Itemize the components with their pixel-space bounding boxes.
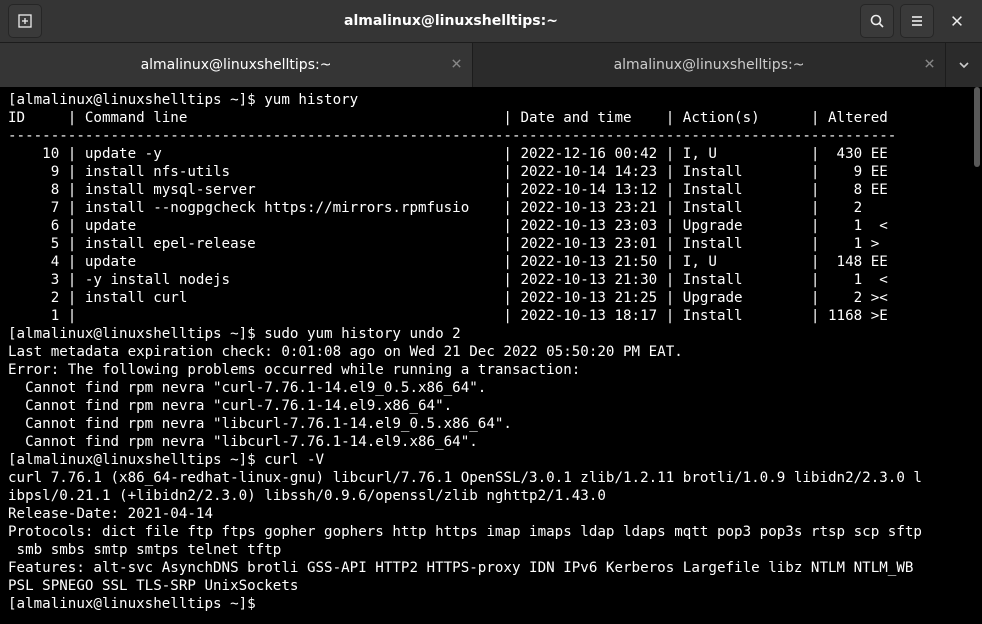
tab-close-button[interactable] bbox=[451, 57, 462, 73]
titlebar-right bbox=[860, 4, 974, 38]
terminal-tab-2[interactable]: almalinux@linuxshelltips:~ bbox=[473, 43, 946, 87]
hamburger-icon bbox=[909, 13, 925, 29]
tab-label: almalinux@linuxshelltips:~ bbox=[141, 57, 332, 73]
titlebar: almalinux@linuxshelltips:~ bbox=[0, 0, 982, 43]
terminal-output: [almalinux@linuxshelltips ~]$ yum histor… bbox=[0, 87, 982, 617]
new-tab-button[interactable] bbox=[8, 4, 42, 38]
menu-button[interactable] bbox=[900, 4, 934, 38]
search-icon bbox=[869, 13, 885, 29]
window-title: almalinux@linuxshelltips:~ bbox=[42, 13, 860, 29]
tabbar: almalinux@linuxshelltips:~ almalinux@lin… bbox=[0, 43, 982, 87]
titlebar-left bbox=[8, 4, 42, 38]
terminal-area[interactable]: [almalinux@linuxshelltips ~]$ yum histor… bbox=[0, 87, 982, 624]
tab-close-button[interactable] bbox=[924, 57, 935, 73]
tab-label: almalinux@linuxshelltips:~ bbox=[614, 57, 805, 73]
scrollbar-thumb[interactable] bbox=[974, 87, 980, 167]
close-icon bbox=[451, 58, 462, 69]
search-button[interactable] bbox=[860, 4, 894, 38]
tab-dropdown-button[interactable] bbox=[946, 43, 982, 87]
window-close-button[interactable] bbox=[940, 4, 974, 38]
new-tab-icon bbox=[17, 13, 33, 29]
close-icon bbox=[924, 58, 935, 69]
terminal-tab-1[interactable]: almalinux@linuxshelltips:~ bbox=[0, 43, 473, 87]
chevron-down-icon bbox=[958, 59, 970, 71]
close-icon bbox=[950, 14, 964, 28]
